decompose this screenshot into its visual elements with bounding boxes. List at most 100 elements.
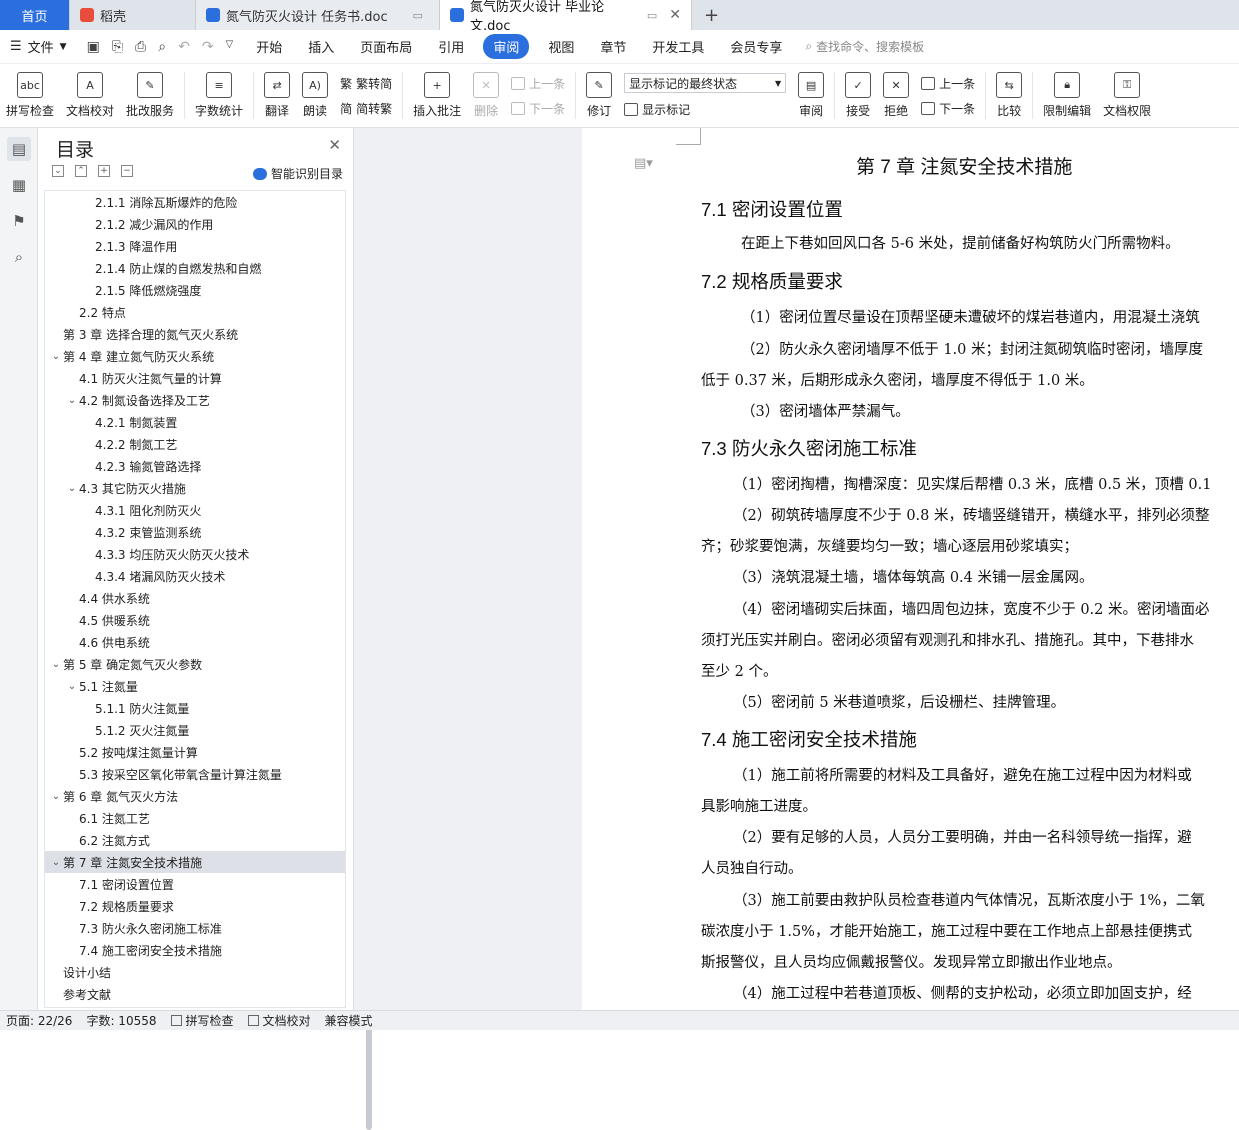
compare-button[interactable]: ⇆ 比较 <box>990 64 1028 127</box>
expand-up-icon[interactable]: ⌃ <box>75 165 87 177</box>
search-icon[interactable]: ⌕ <box>7 245 31 269</box>
toc-item[interactable]: ⌄ 第 6 章 氮气灭火方法 <box>45 785 345 807</box>
track-changes-button[interactable]: ✎ 修订 <box>580 64 618 127</box>
toc-item[interactable]: ⌄ 第 5 章 确定氮气灭火参数 <box>45 653 345 675</box>
spell-check-button[interactable]: abc 拼写检查 <box>0 64 60 127</box>
smart-toc-button[interactable]: 智能识别目录 <box>252 165 343 182</box>
toc-item[interactable]: 4.3.3 均压防灭火防灭火技术 <box>45 543 345 565</box>
toc-item[interactable]: 4.4 供水系统 <box>45 587 345 609</box>
tab-thesis-doc[interactable]: 氮气防灭火设计 毕业论文.doc ▭ ✕ <box>440 0 692 34</box>
screen-icon[interactable]: ▭ <box>413 9 423 22</box>
tab-docer[interactable]: 稻壳 <box>70 0 196 30</box>
doc-proof-toggle[interactable]: 文档校对 <box>247 1012 311 1029</box>
toc-item[interactable]: 2.1.1 消除瓦斯爆炸的危险 <box>45 191 345 213</box>
toc-item[interactable]: ⌄ 4.3 其它防灭火措施 <box>45 477 345 499</box>
toc-item[interactable]: 4.6 供电系统 <box>45 631 345 653</box>
toc-item[interactable]: 2.1.2 减少漏风的作用 <box>45 213 345 235</box>
toc-item[interactable]: 第 3 章 选择合理的氮气灭火系统 <box>45 323 345 345</box>
next-change-button[interactable]: 下一条 <box>921 100 975 117</box>
page-indicator[interactable]: 页面: 22/26 <box>6 1012 72 1029</box>
annotation-service-button[interactable]: ✎ 批改服务 <box>120 64 180 127</box>
toc-item[interactable]: 4.2.1 制氮装置 <box>45 411 345 433</box>
menu-member[interactable]: 会员专享 <box>717 37 795 56</box>
file-menu[interactable]: ☰ 文件 ▼ <box>0 37 77 56</box>
toc-item[interactable]: 2.1.3 降温作用 <box>45 235 345 257</box>
toc-item[interactable]: 4.2.2 制氮工艺 <box>45 433 345 455</box>
toc-item[interactable]: 5.1.2 灭火注氮量 <box>45 719 345 741</box>
toc-item[interactable]: 4.1 防灭火注氮气量的计算 <box>45 367 345 389</box>
toc-item[interactable]: 参考文献 <box>45 983 345 1005</box>
toc-item[interactable]: ⌄ 5.1 注氮量 <box>45 675 345 697</box>
document-page[interactable]: ▤▾ 第 7 章 注氮安全技术措施 7.1 密闭设置位置 在距上下巷如回风口各 … <box>582 128 1239 1010</box>
toc-item[interactable]: 7.3 防火永久密闭施工标准 <box>45 917 345 939</box>
toc-item[interactable]: ⌄ 第 7 章 注氮安全技术措施 <box>45 851 345 873</box>
tab-task-doc[interactable]: 氮气防灭火设计 任务书.doc ▭ <box>196 0 440 30</box>
paragraph-menu-icon[interactable]: ▤▾ <box>634 156 653 171</box>
accept-button[interactable]: ✓ 接受 <box>839 64 877 127</box>
chapter-nav-icon[interactable]: ▦ <box>7 173 31 197</box>
command-search[interactable]: ⌕ 查找命令、搜索模板 <box>805 38 924 55</box>
chevron-down-icon[interactable]: ⌄ <box>49 791 63 802</box>
toc-item[interactable]: 4.5 供暖系统 <box>45 609 345 631</box>
reject-button[interactable]: ✕ 拒绝 <box>877 64 915 127</box>
undo-icon[interactable]: ↶ <box>178 39 190 55</box>
chevron-down-icon[interactable]: ⌄ <box>65 395 79 406</box>
menu-developer[interactable]: 开发工具 <box>639 37 717 56</box>
collapse-all-icon[interactable]: ⌄ <box>52 165 64 177</box>
toc-item[interactable]: 2.1.5 降低燃烧强度 <box>45 279 345 301</box>
close-icon[interactable]: ✕ <box>669 7 681 23</box>
bookmark-icon[interactable]: ⚑ <box>7 209 31 233</box>
toc-item[interactable]: 5.1.1 防火注氮量 <box>45 697 345 719</box>
show-markup-button[interactable]: 显示标记 <box>624 101 786 118</box>
toc-item[interactable]: ⌄ 4.2 制氮设备选择及工艺 <box>45 389 345 411</box>
word-count-indicator[interactable]: 字数: 10558 <box>86 1012 156 1029</box>
chevron-down-icon[interactable]: ⌄ <box>49 351 63 362</box>
toc-item[interactable]: ⌄ 第 4 章 建立氮气防灭火系统 <box>45 345 345 367</box>
toc-item[interactable]: 4.3.2 束管监测系统 <box>45 521 345 543</box>
toc-item[interactable]: 7.1 密闭设置位置 <box>45 873 345 895</box>
insert-comment-button[interactable]: + 插入批注 <box>407 64 467 127</box>
save-icon[interactable]: ▣ <box>87 39 100 55</box>
doc-proof-button[interactable]: A 文档校对 <box>60 64 120 127</box>
next-comment-button[interactable]: 下一条 <box>511 100 565 117</box>
word-count-button[interactable]: ≡ 字数统计 <box>189 64 249 127</box>
prev-change-button[interactable]: 上一条 <box>921 75 975 92</box>
chevron-down-icon[interactable]: ⌄ <box>49 659 63 670</box>
toc-item[interactable]: 4.2.3 输氮管路选择 <box>45 455 345 477</box>
translate-button[interactable]: ⇄ 翻译 <box>258 64 296 127</box>
toc-item[interactable]: 4.3.4 堵漏风防灭火技术 <box>45 565 345 587</box>
toc-icon[interactable]: ▤ <box>7 137 31 161</box>
toc-item[interactable]: 6.2 注氮方式 <box>45 829 345 851</box>
spell-check-toggle[interactable]: 拼写检查 <box>170 1012 234 1029</box>
print-icon[interactable]: ⎙ <box>135 39 146 55</box>
toc-item[interactable]: 6.1 注氮工艺 <box>45 807 345 829</box>
doc-permission-button[interactable]: ⚿ 文档权限 <box>1097 64 1157 127</box>
menu-start[interactable]: 开始 <box>243 37 295 56</box>
customize-icon[interactable]: ▽ <box>226 39 234 55</box>
toc-item[interactable]: 设计小结 <box>45 961 345 983</box>
restrict-edit-button[interactable]: 🔒︎ 限制编辑 <box>1037 64 1097 127</box>
toc-item[interactable]: 2.1.4 防止煤的自燃发热和自燃 <box>45 257 345 279</box>
toc-item[interactable]: 2.2 特点 <box>45 301 345 323</box>
markup-state-select[interactable]: 显示标记的最终状态 ▼ <box>624 73 787 93</box>
print-preview-icon[interactable]: ⌕ <box>158 39 166 55</box>
toc-item[interactable]: 7.2 规格质量要求 <box>45 895 345 917</box>
review-pane-button[interactable]: ▤ 审阅 <box>792 64 830 127</box>
menu-chapter[interactable]: 章节 <box>587 37 639 56</box>
toc-item[interactable]: 4.3.1 阻化剂防灭火 <box>45 499 345 521</box>
chevron-down-icon[interactable]: ⌄ <box>49 857 63 868</box>
menu-view[interactable]: 视图 <box>535 37 587 56</box>
trad-to-simp-button[interactable]: 繁繁转简 <box>340 75 392 92</box>
tab-home[interactable]: 首页 <box>0 0 70 30</box>
toc-item[interactable]: 5.3 按采空区氧化带氧含量计算注氮量 <box>45 763 345 785</box>
screen-icon[interactable]: ▭ <box>647 9 657 22</box>
menu-review[interactable]: 审阅 <box>483 34 530 59</box>
chevron-down-icon[interactable]: ⌄ <box>65 483 79 494</box>
chevron-down-icon[interactable]: ⌄ <box>65 681 79 692</box>
new-tab-plus-icon[interactable]: + <box>692 0 731 30</box>
toc-item[interactable]: 7.4 施工密闭安全技术措施 <box>45 939 345 961</box>
redo-icon[interactable]: ↷ <box>202 39 214 55</box>
export-icon[interactable]: ⎘ <box>112 39 123 55</box>
prev-comment-button[interactable]: 上一条 <box>511 75 565 92</box>
delete-comment-button[interactable]: ✕ 删除 <box>467 64 505 127</box>
